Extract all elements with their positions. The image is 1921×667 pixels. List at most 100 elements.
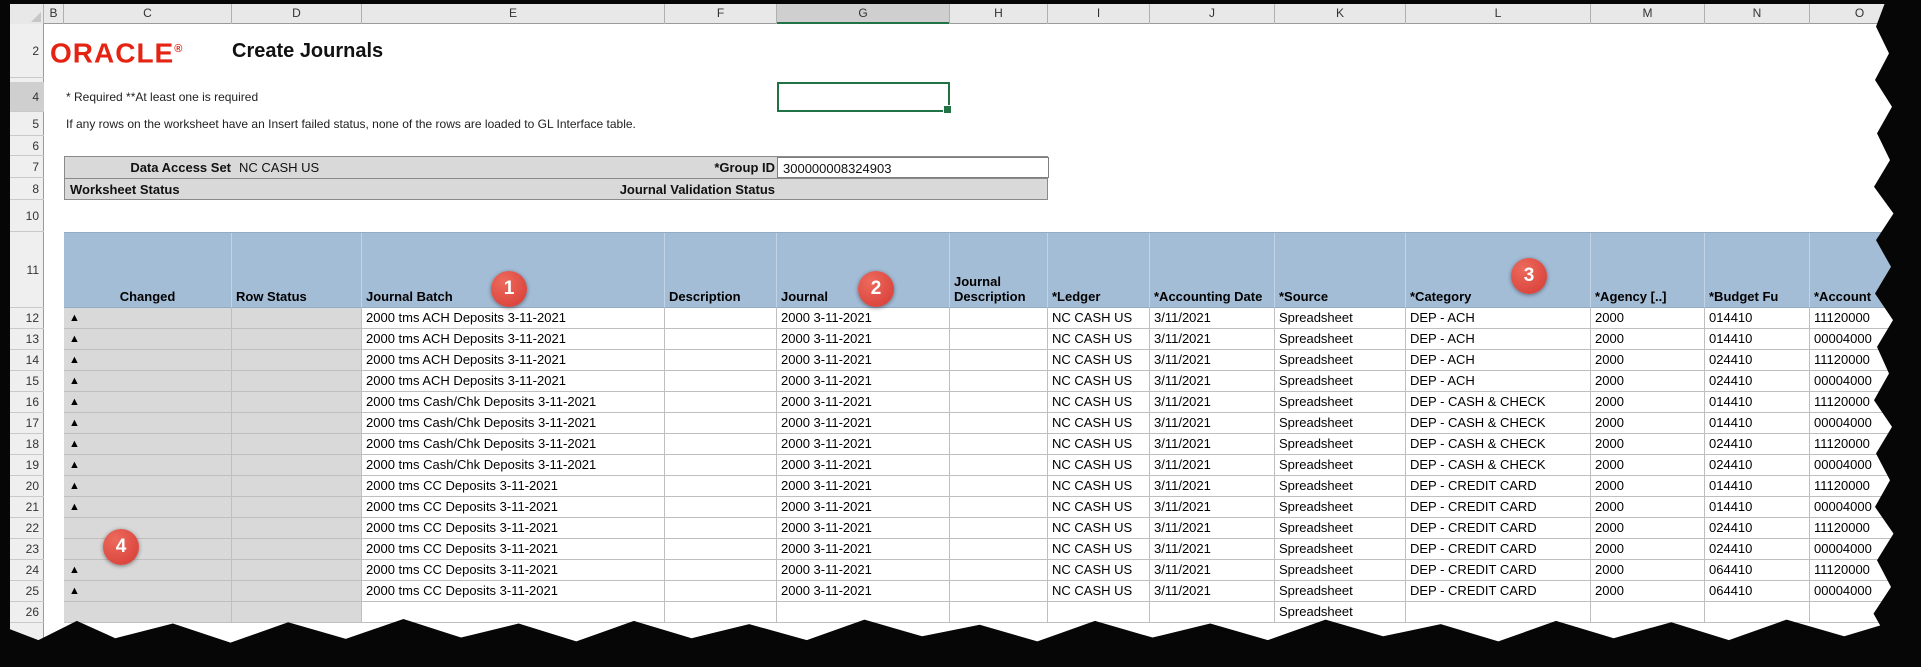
cell-changed[interactable]: ▲ bbox=[64, 476, 232, 497]
cell-changed[interactable] bbox=[64, 602, 232, 623]
cell-journal_description[interactable] bbox=[950, 413, 1048, 434]
column-budget_fund-header[interactable]: *Budget Fu bbox=[1705, 233, 1810, 308]
cell-ledger[interactable]: NC CASH US bbox=[1048, 434, 1150, 455]
cell-source[interactable]: Spreadsheet bbox=[1275, 308, 1406, 329]
row-header-22[interactable]: 22 bbox=[10, 518, 44, 539]
cell-journal_batch[interactable]: 2000 tms ACH Deposits 3-11-2021 bbox=[362, 329, 665, 350]
cell-accounting_date[interactable]: 3/11/2021 bbox=[1150, 308, 1275, 329]
cell-category[interactable]: DEP - CASH & CHECK bbox=[1406, 413, 1591, 434]
cell-row_status[interactable] bbox=[232, 329, 362, 350]
cell-budget_fund[interactable]: 024410 bbox=[1705, 539, 1810, 560]
cell-source[interactable]: Spreadsheet bbox=[1275, 413, 1406, 434]
cell-description[interactable] bbox=[665, 560, 777, 581]
cell-accounting_date[interactable]: 3/11/2021 bbox=[1150, 497, 1275, 518]
cell-journal[interactable]: 2000 3-11-2021 bbox=[777, 413, 950, 434]
cell-agency[interactable]: 2000 bbox=[1591, 350, 1705, 371]
cell-accounting_date[interactable]: 3/11/2021 bbox=[1150, 413, 1275, 434]
cell-source[interactable]: Spreadsheet bbox=[1275, 602, 1406, 623]
cell-changed[interactable] bbox=[64, 518, 232, 539]
cell-ledger[interactable]: NC CASH US bbox=[1048, 455, 1150, 476]
cell-journal_batch[interactable]: 2000 tms CC Deposits 3-11-2021 bbox=[362, 581, 665, 602]
column-description-header[interactable]: Description bbox=[665, 233, 777, 308]
cell-journal_batch[interactable]: 2000 tms CC Deposits 3-11-2021 bbox=[362, 497, 665, 518]
cell-changed[interactable]: ▲ bbox=[64, 329, 232, 350]
cell-agency[interactable]: 2000 bbox=[1591, 308, 1705, 329]
cell-budget_fund[interactable]: 024410 bbox=[1705, 434, 1810, 455]
cell-agency[interactable]: 2000 bbox=[1591, 539, 1705, 560]
cell-journal[interactable]: 2000 3-11-2021 bbox=[777, 560, 950, 581]
cell-budget_fund[interactable] bbox=[1705, 602, 1810, 623]
row-header-5[interactable]: 5 bbox=[10, 112, 44, 136]
cell-agency[interactable]: 2000 bbox=[1591, 560, 1705, 581]
row-header-4[interactable]: 4 bbox=[10, 82, 44, 112]
cell-description[interactable] bbox=[665, 455, 777, 476]
column-header-J[interactable]: J bbox=[1150, 4, 1275, 24]
cell-description[interactable] bbox=[665, 371, 777, 392]
cell-journal_description[interactable] bbox=[950, 329, 1048, 350]
cell-category[interactable]: DEP - CASH & CHECK bbox=[1406, 455, 1591, 476]
cell-journal_description[interactable] bbox=[950, 497, 1048, 518]
row-header-25[interactable]: 25 bbox=[10, 581, 44, 602]
cell-journal[interactable]: 2000 3-11-2021 bbox=[777, 371, 950, 392]
cell-accounting_date[interactable]: 3/11/2021 bbox=[1150, 539, 1275, 560]
cell-changed[interactable]: ▲ bbox=[64, 455, 232, 476]
cell-ledger[interactable]: NC CASH US bbox=[1048, 497, 1150, 518]
row-header-17[interactable]: 17 bbox=[10, 413, 44, 434]
cell-source[interactable]: Spreadsheet bbox=[1275, 581, 1406, 602]
cell-journal_batch[interactable]: 2000 tms ACH Deposits 3-11-2021 bbox=[362, 371, 665, 392]
cell-journal_description[interactable] bbox=[950, 434, 1048, 455]
cell-description[interactable] bbox=[665, 602, 777, 623]
cell-journal_description[interactable] bbox=[950, 560, 1048, 581]
selected-cell-G4[interactable] bbox=[777, 82, 950, 112]
cell-agency[interactable]: 2000 bbox=[1591, 455, 1705, 476]
cell-description[interactable] bbox=[665, 413, 777, 434]
cell-changed[interactable]: ▲ bbox=[64, 350, 232, 371]
column-ledger-header[interactable]: *Ledger bbox=[1048, 233, 1150, 308]
cell-accounting_date[interactable]: 3/11/2021 bbox=[1150, 581, 1275, 602]
cell-description[interactable] bbox=[665, 329, 777, 350]
row-header-15[interactable]: 15 bbox=[10, 371, 44, 392]
cell-ledger[interactable]: NC CASH US bbox=[1048, 392, 1150, 413]
column-accounting_date-header[interactable]: *Accounting Date bbox=[1150, 233, 1275, 308]
cell-category[interactable]: DEP - ACH bbox=[1406, 350, 1591, 371]
cell-description[interactable] bbox=[665, 518, 777, 539]
cell-budget_fund[interactable]: 024410 bbox=[1705, 350, 1810, 371]
cell-row_status[interactable] bbox=[232, 539, 362, 560]
cell-journal_description[interactable] bbox=[950, 539, 1048, 560]
cell-journal[interactable]: 2000 3-11-2021 bbox=[777, 497, 950, 518]
cell-accounting_date[interactable]: 3/11/2021 bbox=[1150, 476, 1275, 497]
row-header-14[interactable]: 14 bbox=[10, 350, 44, 371]
cell-journal[interactable] bbox=[777, 602, 950, 623]
cell-category[interactable]: DEP - CREDIT CARD bbox=[1406, 476, 1591, 497]
cell-description[interactable] bbox=[665, 581, 777, 602]
column-header-C[interactable]: C bbox=[64, 4, 232, 24]
cell-description[interactable] bbox=[665, 497, 777, 518]
cell-changed[interactable] bbox=[64, 539, 232, 560]
cell-category[interactable]: DEP - CREDIT CARD bbox=[1406, 581, 1591, 602]
cell-changed[interactable]: ▲ bbox=[64, 308, 232, 329]
cell-journal_batch[interactable]: 2000 tms CC Deposits 3-11-2021 bbox=[362, 476, 665, 497]
cell-row_status[interactable] bbox=[232, 497, 362, 518]
cell-row_status[interactable] bbox=[232, 476, 362, 497]
cell-budget_fund[interactable]: 064410 bbox=[1705, 560, 1810, 581]
row-header-6[interactable]: 6 bbox=[10, 136, 44, 156]
cell-journal[interactable]: 2000 3-11-2021 bbox=[777, 329, 950, 350]
cell-agency[interactable]: 2000 bbox=[1591, 413, 1705, 434]
cell-row_status[interactable] bbox=[232, 350, 362, 371]
cell-source[interactable]: Spreadsheet bbox=[1275, 497, 1406, 518]
cell-accounting_date[interactable]: 3/11/2021 bbox=[1150, 434, 1275, 455]
cell-ledger[interactable]: NC CASH US bbox=[1048, 581, 1150, 602]
cell-ledger[interactable]: NC CASH US bbox=[1048, 413, 1150, 434]
cell-agency[interactable]: 2000 bbox=[1591, 497, 1705, 518]
cell-journal_description[interactable] bbox=[950, 476, 1048, 497]
cell-source[interactable]: Spreadsheet bbox=[1275, 539, 1406, 560]
row-header-8[interactable]: 8 bbox=[10, 178, 44, 200]
cell-description[interactable] bbox=[665, 434, 777, 455]
cell-ledger[interactable] bbox=[1048, 602, 1150, 623]
cell-budget_fund[interactable]: 024410 bbox=[1705, 518, 1810, 539]
column-header-N[interactable]: N bbox=[1705, 4, 1810, 24]
cell-category[interactable]: DEP - CREDIT CARD bbox=[1406, 518, 1591, 539]
cell-row_status[interactable] bbox=[232, 392, 362, 413]
cell-journal_description[interactable] bbox=[950, 371, 1048, 392]
cell-changed[interactable]: ▲ bbox=[64, 371, 232, 392]
